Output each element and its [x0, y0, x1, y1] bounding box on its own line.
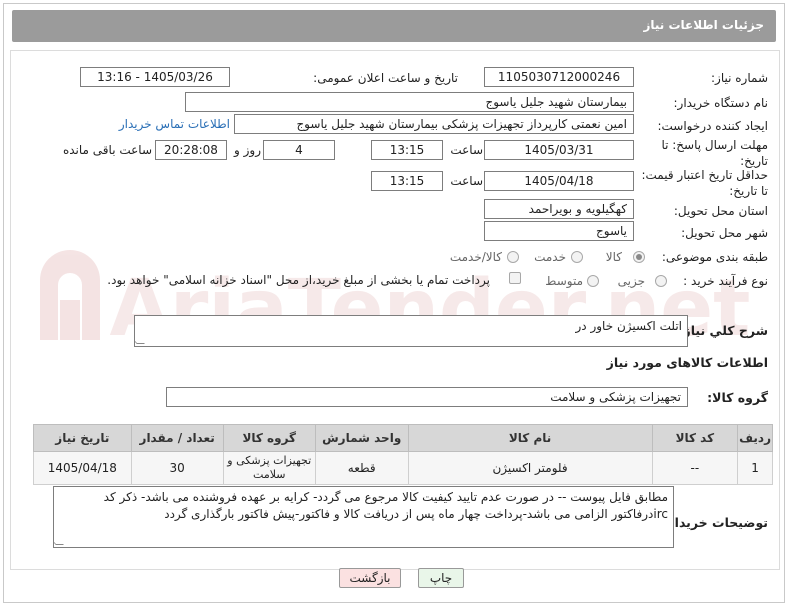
buyer-notes-text: مطابق فایل پیوست -- در صورت عدم تایید کی…: [103, 490, 668, 521]
reply-time-field[interactable]: 13:15: [371, 140, 443, 160]
treasury-payment-checkbox[interactable]: [509, 272, 521, 284]
col-unit: واحد شمارش: [314, 424, 409, 452]
validity-time-field[interactable]: 13:15: [371, 171, 443, 191]
process-option-medium: متوسط: [545, 274, 583, 288]
resize-grip-icon[interactable]: [54, 537, 64, 545]
need-number-field[interactable]: 1105030712000246: [484, 67, 634, 87]
need-desc-label: شرح کلي نياز:: [678, 323, 768, 338]
goods-table: ردیف کد کالا نام کالا واحد شمارش گروه کا…: [33, 424, 773, 485]
category-option-service: خدمت: [534, 250, 566, 264]
buyer-org-label: نام دستگاه خریدار:: [673, 96, 769, 110]
days-and-label: روز و: [234, 143, 261, 157]
category-option-goods-service: کالا/خدمت: [449, 250, 502, 264]
reply-date-field[interactable]: 1405/03/31: [484, 140, 634, 160]
validity-time-label: ساعت: [450, 174, 483, 188]
page-title: جزئیات اطلاعات نیاز: [643, 18, 764, 32]
process-radio-medium[interactable]: [587, 275, 599, 287]
col-qty: تعداد / مقدار: [130, 424, 224, 452]
col-row: ردیف: [737, 424, 773, 452]
announce-datetime-label: تاریخ و ساعت اعلان عمومی:: [313, 71, 458, 85]
time-remaining-field[interactable]: 20:28:08: [155, 140, 227, 160]
buyer-org-field[interactable]: بیمارستان شهید جلیل یاسوج: [185, 92, 634, 112]
category-label: طبقه بندی موضوعی:: [661, 250, 768, 264]
days-remaining-field[interactable]: 4: [263, 140, 335, 160]
process-type-label: نوع فرآیند خرید :: [683, 274, 768, 288]
cell-name: فلومتر اکسیژن: [407, 451, 653, 485]
treasury-payment-note: پرداخت تمام یا بخشی از مبلغ خرید،از محل …: [107, 273, 490, 287]
city-field[interactable]: یاسوج: [484, 221, 634, 241]
cell-code: --: [651, 451, 739, 485]
validity-date-field[interactable]: 1405/04/18: [484, 171, 634, 191]
price-validity-label: حداقل تاریخ اعتبار قیمت: تا تاریخ:: [641, 168, 768, 198]
buyer-notes-textarea[interactable]: مطابق فایل پیوست -- در صورت عدم تایید کی…: [53, 486, 674, 548]
city-label: شهر محل تحویل:: [681, 226, 768, 240]
requester-field[interactable]: امین نعمتی کارپرداز تجهیزات پزشکی بیمارس…: [234, 114, 634, 134]
goods-info-heading: اطلاعات کالاهای مورد نیاز: [606, 355, 768, 370]
cell-date: 1405/04/18: [33, 451, 132, 485]
process-radio-minor[interactable]: [655, 275, 667, 287]
buyer-notes-label: توضیحات خریدار:: [662, 515, 768, 530]
col-code: کد کالا: [651, 424, 739, 452]
process-option-minor: جزیی: [617, 274, 645, 288]
province-label: استان محل تحویل:: [673, 204, 768, 218]
contact-info-link[interactable]: اطلاعات تماس خریدار: [119, 117, 230, 131]
page-header: جزئیات اطلاعات نیاز: [12, 10, 776, 42]
requester-label: ایجاد کننده درخواست:: [657, 119, 768, 133]
cell-group: تجهیزات پزشکی و سلامت: [222, 451, 316, 485]
cell-qty: 30: [130, 451, 224, 485]
col-group: گروه کالا: [222, 424, 316, 452]
goods-group-label: گروه کالا:: [707, 390, 768, 405]
back-button[interactable]: بازگشت: [339, 568, 401, 588]
province-field[interactable]: کهگیلویه و بویراحمد: [484, 199, 634, 219]
col-name: نام کالا: [407, 424, 653, 452]
category-radio-service[interactable]: [571, 251, 583, 263]
resize-grip-icon[interactable]: [135, 336, 145, 344]
need-desc-textarea[interactable]: اتلت اکسیژن خاور در: [134, 315, 688, 347]
cell-unit: قطعه: [314, 451, 409, 485]
reply-deadline-label: مهلت ارسال پاسخ: تا تاریخ:: [661, 138, 768, 168]
col-date: تاریخ نیاز: [33, 424, 132, 452]
reply-time-label: ساعت: [450, 143, 483, 157]
table-row[interactable]: 1 -- فلومتر اکسیژن قطعه تجهیزات پزشکی و …: [33, 451, 773, 485]
announce-datetime-field[interactable]: 1405/03/26 - 13:16: [80, 67, 230, 87]
cell-row: 1: [737, 451, 773, 485]
category-radio-goods-service[interactable]: [507, 251, 519, 263]
category-option-goods: کالا: [605, 250, 622, 264]
need-number-label: شماره نیاز:: [711, 71, 768, 85]
print-button[interactable]: چاپ: [418, 568, 464, 588]
need-desc-text: اتلت اکسیژن خاور در: [575, 319, 682, 333]
goods-table-header: ردیف کد کالا نام کالا واحد شمارش گروه کا…: [33, 424, 773, 452]
category-radio-goods[interactable]: [633, 251, 645, 263]
goods-group-field[interactable]: تجهیزات پزشکی و سلامت: [166, 387, 688, 407]
remaining-label: ساعت باقی مانده: [62, 143, 152, 157]
